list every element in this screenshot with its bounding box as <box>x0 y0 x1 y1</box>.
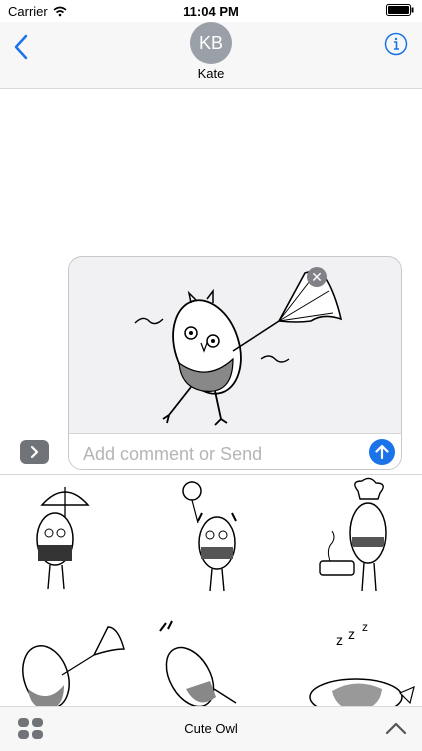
expand-button[interactable] <box>20 440 49 464</box>
chevron-right-icon <box>30 445 39 459</box>
chevron-left-icon <box>14 34 28 60</box>
contact-name[interactable]: Kate <box>0 66 422 81</box>
sticker-owl-umbrella-standing[interactable] <box>0 477 130 597</box>
svg-text:z: z <box>362 620 368 634</box>
selected-sticker-owl-umbrella[interactable] <box>129 263 349 431</box>
sticker-owl-balloon[interactable] <box>146 477 276 597</box>
status-time: 11:04 PM <box>183 4 239 19</box>
conversation-header: KB Kate <box>0 22 422 89</box>
compose-card: ✕ <box>68 256 402 470</box>
status-bar: Carrier 11:04 PM <box>0 0 422 22</box>
info-button[interactable] <box>384 32 408 56</box>
remove-sticker-button[interactable]: ✕ <box>307 267 327 287</box>
chevron-up-icon <box>385 722 407 735</box>
collapse-button[interactable] <box>384 719 408 737</box>
comment-input[interactable] <box>81 442 365 466</box>
back-button[interactable] <box>10 32 34 62</box>
send-button[interactable] <box>369 439 395 465</box>
arrow-up-icon <box>375 444 389 460</box>
close-icon: ✕ <box>311 269 323 285</box>
svg-text:z: z <box>348 626 355 642</box>
battery-icon <box>386 4 414 19</box>
info-icon <box>384 32 408 56</box>
sticker-drawer: z z z <box>0 474 422 716</box>
app-title: Cute Owl <box>184 721 238 736</box>
app-bar: Cute Owl <box>0 706 422 751</box>
avatar[interactable]: KB <box>190 22 232 64</box>
sticker-owl-chef[interactable] <box>292 477 422 597</box>
svg-text:z: z <box>336 632 343 648</box>
comment-row <box>69 433 401 469</box>
